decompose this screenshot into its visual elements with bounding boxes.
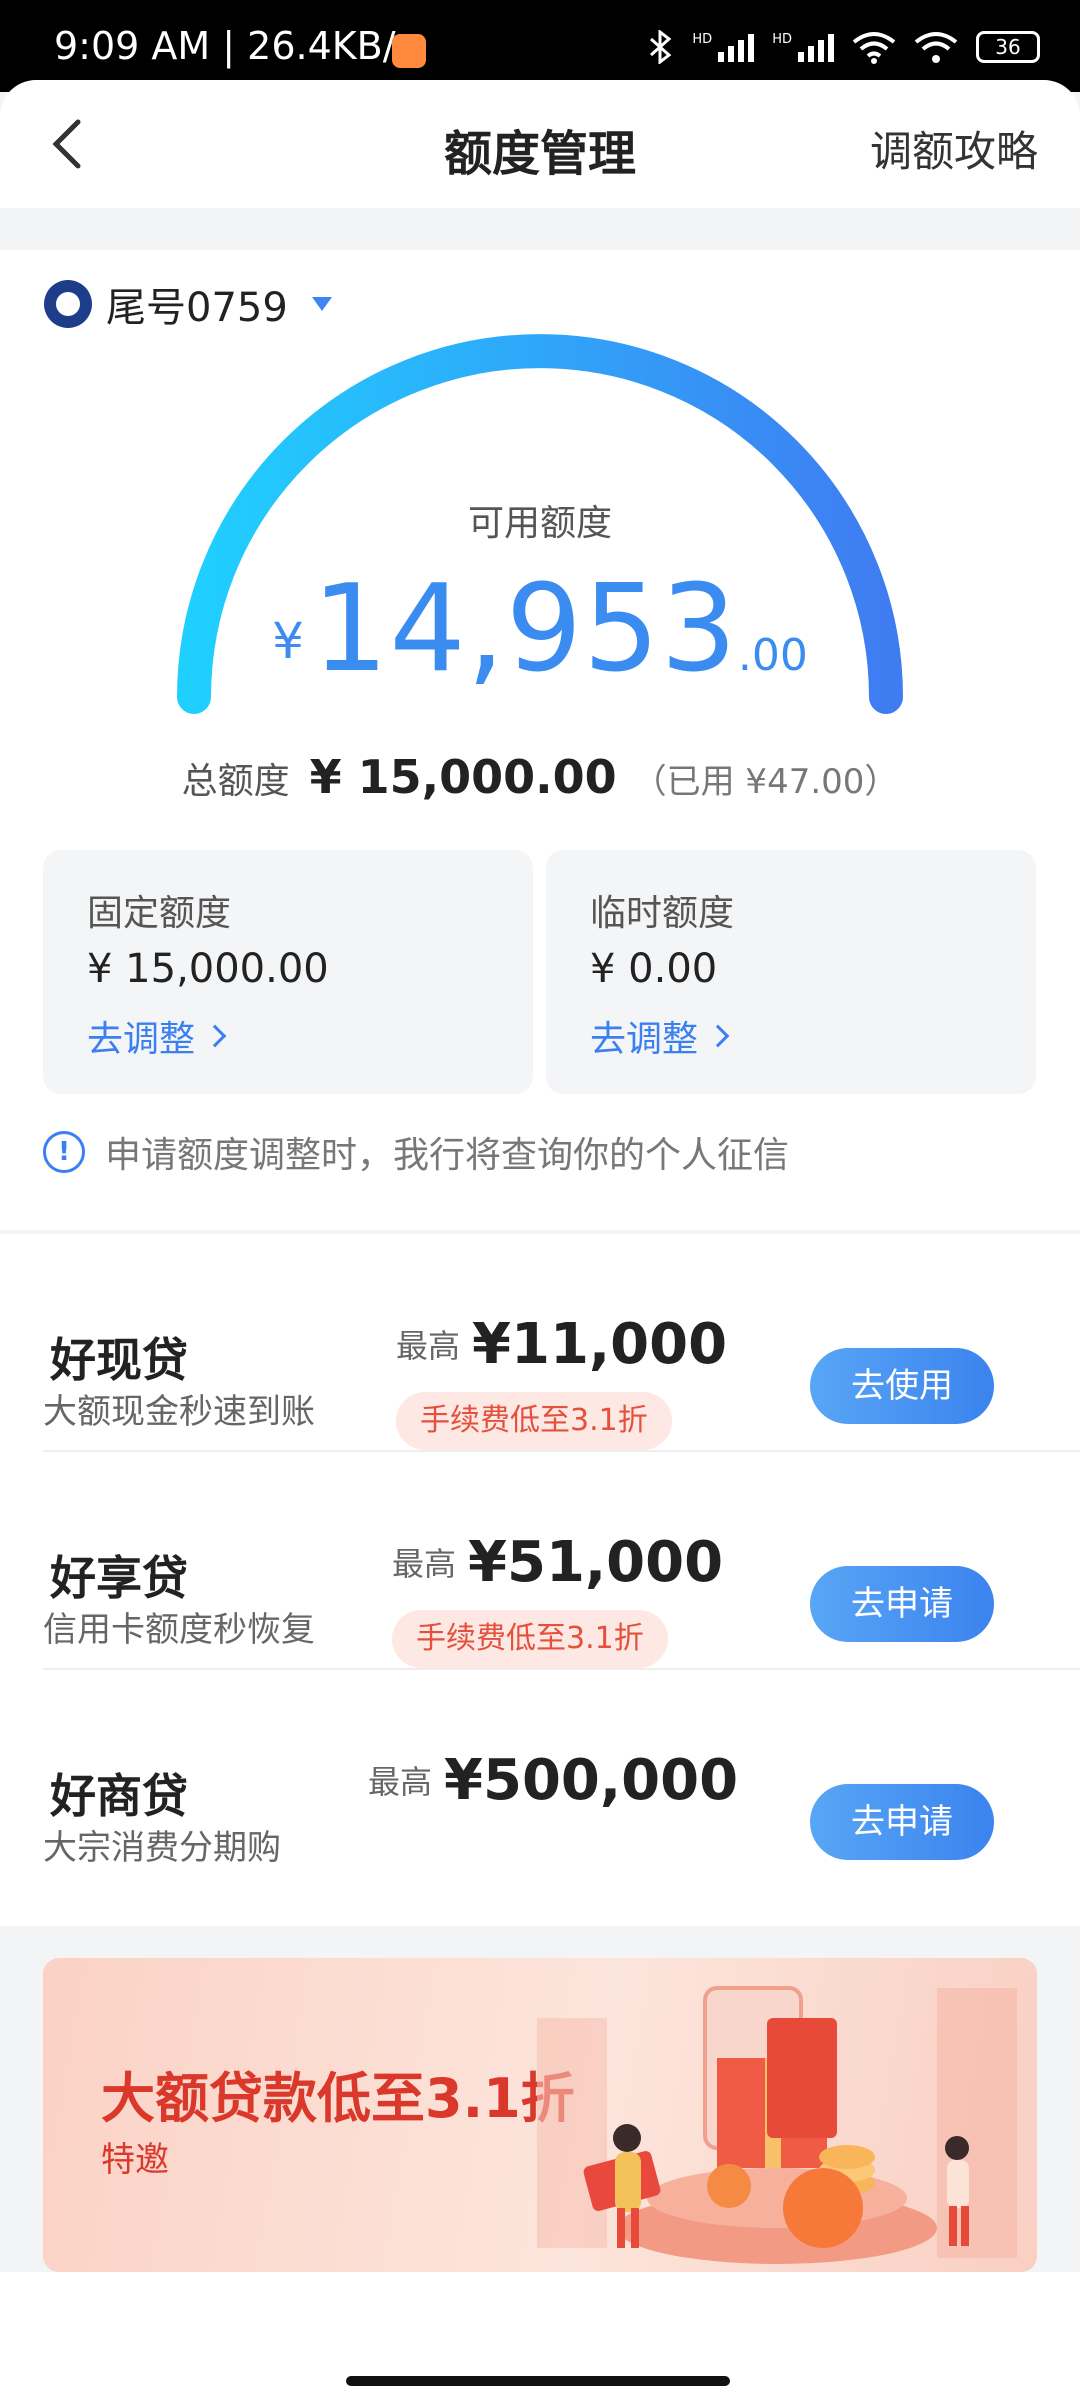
temp-quota-card: 临时额度 ¥ 0.00 去调整 bbox=[546, 850, 1036, 1094]
bluetooth-icon bbox=[650, 30, 672, 64]
loan-desc: 大宗消费分期购 bbox=[43, 1828, 281, 1868]
loan-item: 好现贷 大额现金秒速到账 最高 ¥11,000 手续费低至3.1折 去使用 bbox=[0, 1234, 1080, 1452]
fixed-quota-title: 固定额度 bbox=[87, 893, 232, 934]
loan-max: 最高 ¥11,000 bbox=[396, 1312, 727, 1377]
temp-adjust-label: 去调整 bbox=[590, 1019, 699, 1060]
loan-item: 好享贷 信用卡额度秒恢复 最高 ¥51,000 手续费低至3.1折 去申请 bbox=[0, 1452, 1080, 1670]
quota-strategy-link[interactable]: 调额攻略 bbox=[870, 118, 1038, 179]
status-icons: HD HD 36 bbox=[648, 30, 1040, 64]
fixed-quota-amount: ¥ 15,000.00 bbox=[87, 946, 329, 992]
fixed-quota-card: 固定额度 ¥ 15,000.00 去调整 bbox=[43, 850, 533, 1094]
total-value: ¥ 15,000.00 bbox=[309, 750, 617, 804]
temp-quota-title: 临时额度 bbox=[590, 893, 735, 934]
loan-name: 好商贷 bbox=[50, 1769, 188, 1823]
max-value: ¥11,000 bbox=[472, 1312, 728, 1377]
wifi-icon bbox=[852, 32, 896, 64]
banner-subtitle: 特邀 bbox=[101, 2140, 169, 2180]
loan-name: 好享贷 bbox=[50, 1551, 188, 1605]
hd-label: HD bbox=[692, 32, 713, 47]
apply-button[interactable]: 去申请 bbox=[810, 1784, 994, 1860]
total-label: 总额度 bbox=[181, 761, 290, 802]
credit-check-notice: ! 申请额度调整时，我行将查询你的个人征信 bbox=[43, 1126, 789, 1178]
loan-max: 最高 ¥51,000 bbox=[392, 1530, 723, 1595]
signal-icon: HD bbox=[692, 32, 755, 62]
signal-icon-2: HD bbox=[772, 32, 834, 62]
temp-adjust-link[interactable]: 去调整 bbox=[590, 1010, 730, 1062]
loan-name: 好现贷 bbox=[50, 1333, 188, 1387]
used-note: （已用 ¥47.00） bbox=[632, 762, 899, 802]
gift-illustration-icon bbox=[537, 1986, 1017, 2264]
home-indicator[interactable] bbox=[346, 2376, 730, 2386]
header: 额度管理 调额攻略 bbox=[0, 80, 1080, 208]
credit-section: 尾号0759 可用额度 ¥14,953.00 总额度 ¥ 15,000.00 （已用… bbox=[0, 250, 1080, 1230]
use-button[interactable]: 去使用 bbox=[810, 1348, 994, 1424]
battery-icon: 36 bbox=[976, 31, 1040, 63]
temp-quota-amount: ¥ 0.00 bbox=[590, 946, 718, 992]
loan-max: 最高 ¥500,000 bbox=[368, 1748, 738, 1813]
available-amount: ¥14,953.00 bbox=[0, 560, 1080, 699]
banner-title: 大额贷款低至3.1折 bbox=[101, 2067, 575, 2130]
available-decimal: .00 bbox=[737, 630, 808, 681]
available-integer: 14,953 bbox=[311, 560, 738, 699]
loan-desc: 信用卡额度秒恢复 bbox=[43, 1610, 315, 1650]
currency-symbol: ¥ bbox=[272, 612, 304, 670]
loan-desc: 大额现金秒速到账 bbox=[43, 1392, 315, 1432]
max-value: ¥51,000 bbox=[468, 1530, 724, 1595]
status-time: 9:09 AM | 26.4KB/s bbox=[54, 24, 416, 68]
promo-banner[interactable]: 大额贷款低至3.1折 特邀 bbox=[43, 1958, 1037, 2272]
hd-label-2: HD bbox=[772, 32, 792, 47]
fee-tag: 手续费低至3.1折 bbox=[392, 1610, 668, 1668]
info-icon: ! bbox=[43, 1131, 85, 1173]
chevron-right-icon bbox=[203, 1024, 227, 1048]
apply-button[interactable]: 去申请 bbox=[810, 1566, 994, 1642]
max-label: 最高 bbox=[368, 1763, 433, 1801]
app-notification-icon bbox=[392, 34, 426, 68]
loan-list: 好现贷 大额现金秒速到账 最高 ¥11,000 手续费低至3.1折 去使用 好享贷… bbox=[0, 1234, 1080, 1926]
fixed-adjust-label: 去调整 bbox=[87, 1019, 196, 1060]
total-quota-row: 总额度 ¥ 15,000.00 （已用 ¥47.00） bbox=[0, 750, 1080, 804]
hotspot-icon bbox=[914, 32, 958, 63]
notice-text: 申请额度调整时，我行将查询你的个人征信 bbox=[105, 1135, 790, 1176]
available-label: 可用额度 bbox=[467, 503, 612, 544]
loan-item: 好商贷 大宗消费分期购 最高 ¥500,000 去申请 bbox=[0, 1670, 1080, 1888]
chevron-right-icon bbox=[706, 1024, 730, 1048]
fee-tag: 手续费低至3.1折 bbox=[396, 1392, 672, 1450]
max-value: ¥500,000 bbox=[444, 1748, 739, 1813]
fixed-adjust-link[interactable]: 去调整 bbox=[87, 1010, 227, 1062]
max-label: 最高 bbox=[396, 1327, 461, 1365]
status-bar: 9:09 AM | 26.4KB/s HD HD 36 bbox=[0, 0, 1080, 92]
max-label: 最高 bbox=[392, 1545, 457, 1583]
